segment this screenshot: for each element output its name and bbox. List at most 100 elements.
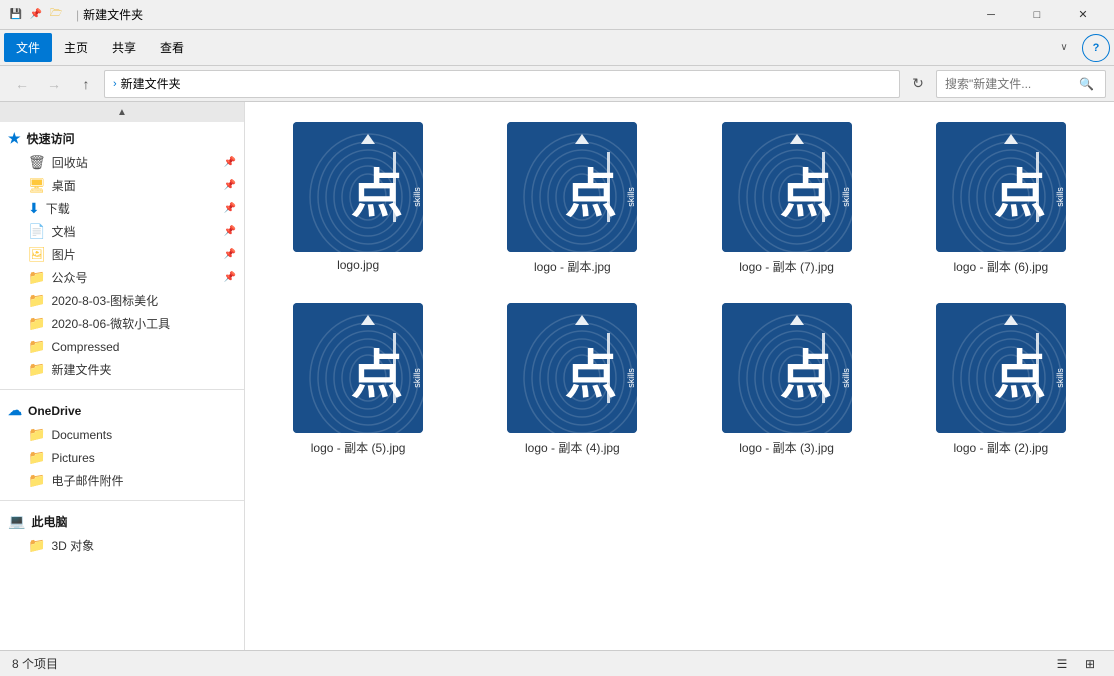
file-thumbnail: 点 skills: [722, 303, 852, 433]
file-item-logo7[interactable]: 点 skills logo - 副本 (3).jpg: [686, 295, 888, 464]
file-item-logo3[interactable]: 点 skills logo - 副本 (7).jpg: [686, 114, 888, 283]
svg-text:skills: skills: [626, 368, 636, 388]
search-input[interactable]: [945, 77, 1075, 91]
sidebar-item-3d[interactable]: 📁 3D 对象: [0, 534, 244, 557]
sidebar-item-od-documents[interactable]: 📁 Documents: [0, 423, 244, 446]
file-item-logo5[interactable]: 点 skills logo - 副本 (5).jpg: [257, 295, 459, 464]
search-box[interactable]: 🔍: [936, 70, 1106, 98]
sidebar-item-folder2[interactable]: 📁 2020-8-06-微软小工具: [0, 312, 244, 335]
forward-button[interactable]: →: [40, 70, 68, 98]
file-item-logo2[interactable]: 点 skills logo - 副本.jpg: [471, 114, 673, 283]
thispc-section: 💻 此电脑 📁 3D 对象: [0, 505, 244, 561]
address-path[interactable]: › 新建文件夹: [104, 70, 900, 98]
sidebar-divider-2: [0, 500, 244, 501]
sidebar-scroll-up[interactable]: ▲: [0, 102, 244, 122]
file-name: logo - 副本 (4).jpg: [525, 439, 620, 456]
onedrive-header[interactable]: ☁ OneDrive: [0, 398, 244, 423]
svg-text:skills: skills: [1055, 368, 1065, 388]
pin-indicator: 📌: [224, 249, 236, 260]
sidebar-item-folder2-label: 2020-8-06-微软小工具: [51, 315, 170, 332]
sidebar: ▲ ★ 快速访问 🗑 回收站 📌 🖥 桌面 📌 ⬇ 下载 📌: [0, 102, 245, 650]
quick-access-header[interactable]: ★ 快速访问: [0, 126, 244, 151]
maximize-button[interactable]: □: [1014, 0, 1060, 30]
sidebar-item-downloads[interactable]: ⬇ 下载 📌: [0, 197, 244, 220]
pc-icon: 💻: [8, 513, 25, 530]
sidebar-item-desktop[interactable]: 🖥 桌面 📌: [0, 174, 244, 197]
file-thumbnail: 点 skills: [507, 122, 637, 252]
sidebar-item-desktop-label: 桌面: [52, 177, 76, 194]
pin-indicator: 📌: [224, 226, 236, 237]
item-count: 8 个项目: [12, 655, 58, 672]
list-view-button[interactable]: ☰: [1050, 652, 1074, 676]
sidebar-item-pictures[interactable]: 🖼 图片 📌: [0, 243, 244, 266]
od-attachments-icon: 📁: [28, 472, 45, 489]
menu-item-share[interactable]: 共享: [100, 33, 148, 62]
pin-indicator: 📌: [224, 180, 236, 191]
sidebar-item-documents[interactable]: 📄 文档 📌: [0, 220, 244, 243]
pin-indicator: 📌: [224, 203, 236, 214]
sidebar-item-od-pictures[interactable]: 📁 Pictures: [0, 446, 244, 469]
compressed-icon: 📁: [28, 338, 45, 355]
refresh-button[interactable]: ↻: [904, 70, 932, 98]
sidebar-item-folder1[interactable]: 📁 2020-8-03-图标美化: [0, 289, 244, 312]
file-item-logo6[interactable]: 点 skills logo - 副本 (4).jpg: [471, 295, 673, 464]
sidebar-item-od-documents-label: Documents: [51, 428, 112, 442]
file-name: logo - 副本 (6).jpg: [954, 258, 1049, 275]
pin-indicator: 📌: [224, 272, 236, 283]
menu-item-home[interactable]: 主页: [52, 33, 100, 62]
thispc-label: 此电脑: [31, 513, 67, 530]
star-icon: ★: [8, 130, 21, 147]
file-name: logo - 副本.jpg: [534, 258, 611, 275]
file-grid: 点 skills logo.jpg: [257, 114, 1102, 464]
svg-text:skills: skills: [412, 187, 422, 207]
thispc-header[interactable]: 💻 此电脑: [0, 509, 244, 534]
desktop-icon: 🖥: [28, 177, 46, 194]
file-item-logo1[interactable]: 点 skills logo.jpg: [257, 114, 459, 283]
close-button[interactable]: ✕: [1060, 0, 1106, 30]
file-thumbnail: 点 skills: [507, 303, 637, 433]
sidebar-item-od-attachments[interactable]: 📁 电子邮件附件: [0, 469, 244, 492]
file-thumbnail: 点 skills: [722, 122, 852, 252]
sidebar-item-od-pictures-label: Pictures: [51, 451, 94, 465]
folder1-icon: 📁: [28, 292, 45, 309]
sidebar-item-od-attachments-label: 电子邮件附件: [51, 472, 123, 489]
up-button[interactable]: ↑: [72, 70, 100, 98]
menu-bar: 文件 主页 共享 查看 ∨ ?: [0, 30, 1114, 66]
pin-indicator: 📌: [224, 157, 236, 168]
menu-item-view[interactable]: 查看: [148, 33, 196, 62]
pin-icon[interactable]: 📌: [28, 7, 44, 23]
save-icon[interactable]: 💾: [8, 7, 24, 23]
downloads-icon: ⬇: [28, 200, 40, 217]
sidebar-item-recycle-label: 回收站: [52, 154, 88, 171]
view-controls: ☰ ⊞: [1050, 652, 1102, 676]
sidebar-item-recycle[interactable]: 🗑 回收站 📌: [0, 151, 244, 174]
od-documents-icon: 📁: [28, 426, 45, 443]
title-bar: 💾 📌 🗁 | 新建文件夹 ─ □ ✕: [0, 0, 1114, 30]
svg-text:skills: skills: [841, 368, 851, 388]
sidebar-item-newfolder[interactable]: 📁 新建文件夹: [0, 358, 244, 381]
help-button[interactable]: ?: [1082, 34, 1110, 62]
undo-icon[interactable]: 🗁: [48, 7, 64, 23]
onedrive-icon: ☁: [8, 402, 22, 419]
svg-text:skills: skills: [841, 187, 851, 207]
menu-item-file[interactable]: 文件: [4, 33, 52, 62]
quick-access-section: ★ 快速访问 🗑 回收站 📌 🖥 桌面 📌 ⬇ 下载 📌 📄 文档: [0, 122, 244, 385]
file-name: logo - 副本 (2).jpg: [954, 439, 1049, 456]
back-button[interactable]: ←: [8, 70, 36, 98]
search-icon[interactable]: 🔍: [1079, 77, 1094, 91]
sidebar-item-compressed[interactable]: 📁 Compressed: [0, 335, 244, 358]
sidebar-divider-1: [0, 389, 244, 390]
recycle-icon: 🗑: [28, 154, 46, 171]
file-name: logo.jpg: [337, 258, 379, 272]
file-thumbnail: 点 skills: [293, 303, 423, 433]
minimize-button[interactable]: ─: [968, 0, 1014, 30]
file-item-logo4[interactable]: 点 skills logo - 副本 (6).jpg: [900, 114, 1102, 283]
pictures-icon: 🖼: [28, 246, 46, 263]
file-thumbnail: 点 skills: [936, 122, 1066, 252]
newfolder-icon: 📁: [28, 361, 45, 378]
grid-view-button[interactable]: ⊞: [1078, 652, 1102, 676]
file-item-logo8[interactable]: 点 skills logo - 副本 (2).jpg: [900, 295, 1102, 464]
sidebar-item-gongzhonghao[interactable]: 📁 公众号 📌: [0, 266, 244, 289]
collapse-ribbon-button[interactable]: ∨: [1050, 34, 1078, 62]
3d-icon: 📁: [28, 537, 45, 554]
